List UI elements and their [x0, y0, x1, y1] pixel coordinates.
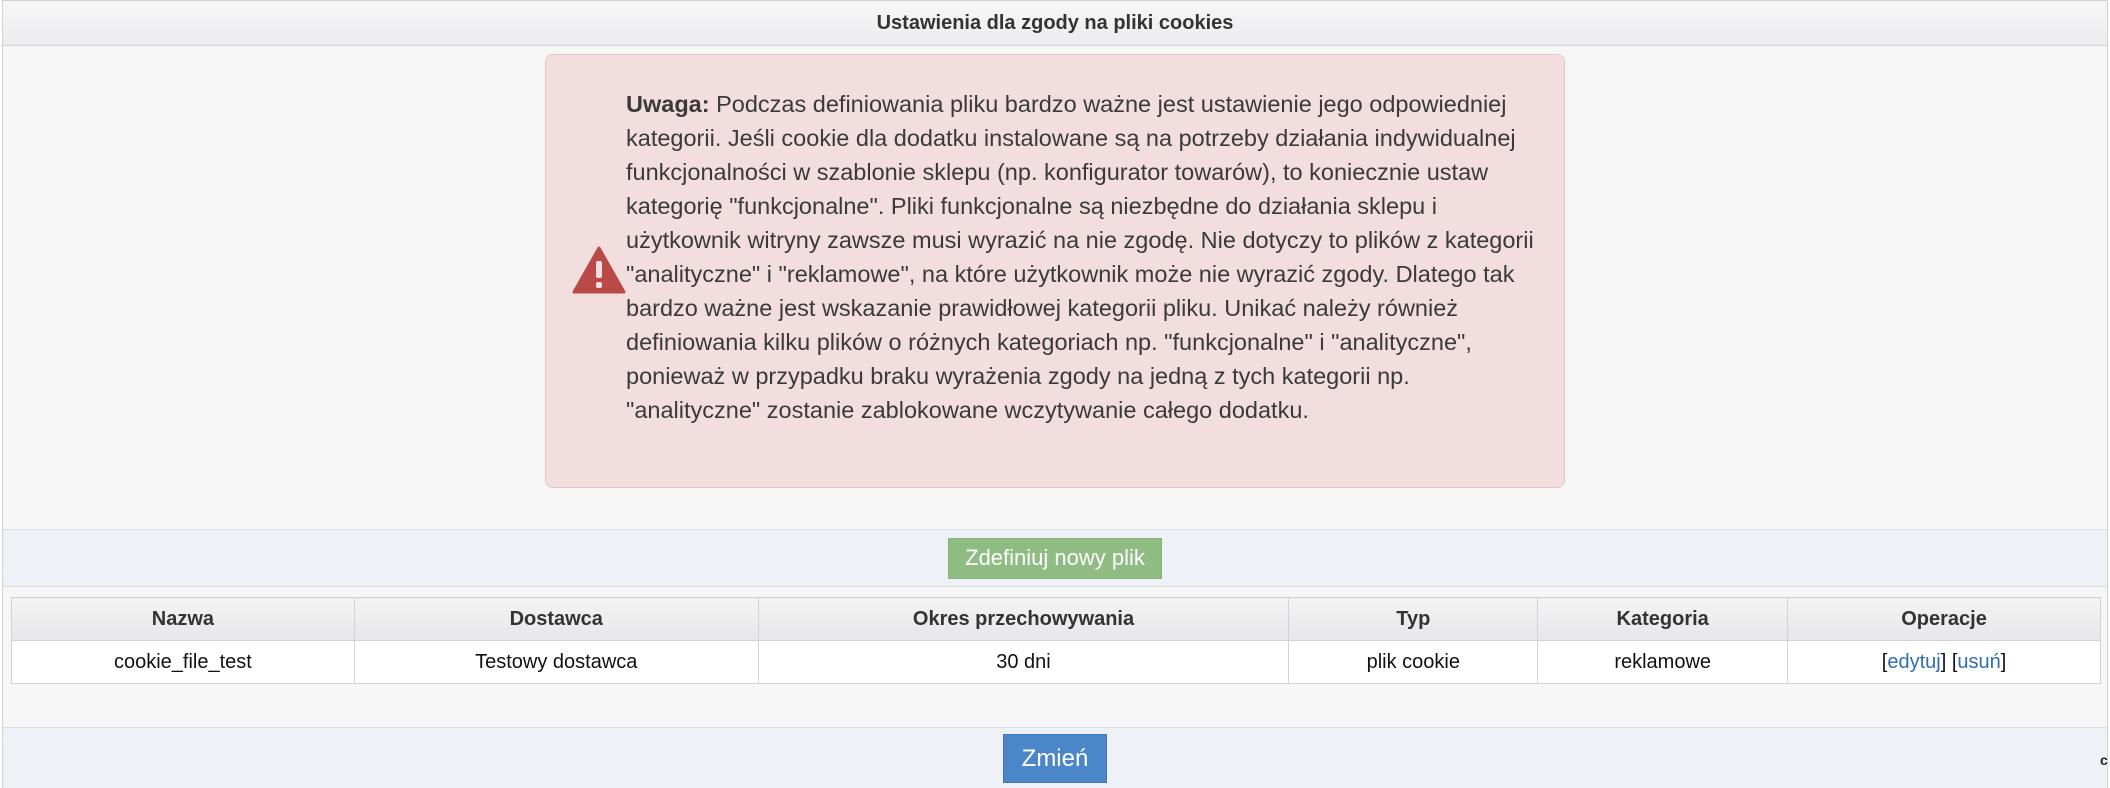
cookie-files-table: Nazwa Dostawca Okres przechowywania Typ …: [11, 597, 2101, 684]
define-new-file-button[interactable]: Zdefiniuj nowy plik: [948, 537, 1162, 579]
column-header-operations: Operacje: [1787, 597, 2101, 641]
cell-retention: 30 dni: [757, 640, 1290, 684]
cell-operations: [edytuj] [usuń]: [1787, 640, 2101, 684]
ops-bracket-close: ]: [2000, 650, 2007, 673]
panel-header: Ustawienia dla zgody na pliki cookies: [3, 1, 2107, 46]
cell-provider: Testowy dostawca: [353, 640, 759, 684]
alert-title: Uwaga:: [626, 91, 710, 117]
warning-alert: Uwaga: Podczas definiowania pliku bardzo…: [545, 54, 1565, 488]
table-header-row: Nazwa Dostawca Okres przechowywania Typ …: [11, 597, 2101, 641]
alert-body: Podczas definiowania pliku bardzo ważne …: [626, 91, 1534, 423]
panel-title: Ustawienia dla zgody na pliki cookies: [876, 11, 1234, 34]
column-header-provider[interactable]: Dostawca: [353, 597, 759, 641]
cell-type: plik cookie: [1288, 640, 1539, 684]
column-header-retention[interactable]: Okres przechowywania: [757, 597, 1290, 641]
warning-triangle-icon: [572, 246, 626, 294]
edge-text: c: [2100, 752, 2108, 768]
cookie-settings-panel: Ustawienia dla zgody na pliki cookies Uw…: [2, 0, 2108, 788]
cell-name: cookie_file_test: [11, 640, 355, 684]
ops-bracket-mid: ] [: [1940, 650, 1958, 673]
bottom-action-bar: Zmień: [3, 727, 2107, 788]
column-header-type[interactable]: Typ: [1288, 597, 1539, 641]
table-row: cookie_file_test Testowy dostawca 30 dni…: [11, 640, 2101, 684]
column-header-category[interactable]: Kategoria: [1537, 597, 1789, 641]
edit-link[interactable]: edytuj: [1887, 651, 1940, 673]
save-changes-button[interactable]: Zmień: [1002, 734, 1108, 783]
column-header-name[interactable]: Nazwa: [11, 597, 355, 641]
cookie-files-table-wrap: Nazwa Dostawca Okres przechowywania Typ …: [11, 597, 2101, 684]
cell-category: reklamowe: [1537, 640, 1789, 684]
delete-link[interactable]: usuń: [1957, 651, 2000, 673]
add-file-bar: Zdefiniuj nowy plik: [3, 529, 2107, 587]
alert-message: Uwaga: Podczas definiowania pliku bardzo…: [626, 87, 1546, 427]
